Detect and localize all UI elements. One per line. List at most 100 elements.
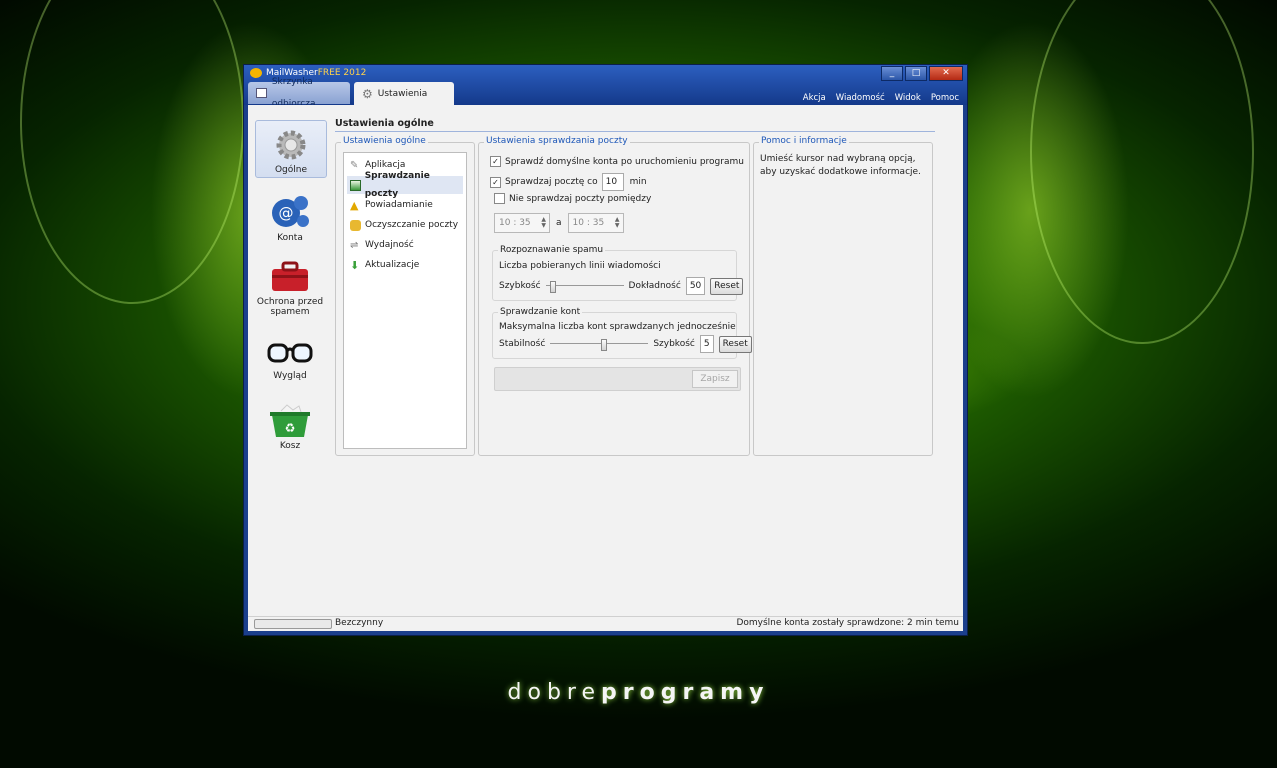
settings-panel: Ogólne @ Konta Ochrona przed spamem Wygl… <box>248 105 963 631</box>
subgroup-label: Sprawdzanie kont <box>498 307 583 317</box>
last-check-status: Domyślne konta zostały sprawdzone: 2 min… <box>736 618 959 628</box>
glasses-icon <box>267 343 313 363</box>
svg-text:@: @ <box>279 204 294 222</box>
download-arrow-icon: ⬇ <box>350 258 360 272</box>
menu-widok[interactable]: Widok <box>895 93 921 103</box>
sidebar-item-appearance[interactable]: Wygląd <box>255 331 325 387</box>
check-interval-input[interactable]: 10 <box>601 173 624 191</box>
brand-part1: dobre <box>507 680 602 705</box>
sidebar-item-label: Wygląd <box>273 371 307 381</box>
no-check-between-checkbox[interactable] <box>494 193 505 204</box>
accounts-max-value: 5 <box>699 335 714 353</box>
no-check-between-row: Nie sprawdzaj poczty pomiędzy <box>494 193 651 204</box>
close-button[interactable]: ✕ <box>929 66 963 81</box>
help-text: Umieść kursor nad wybraną opcją, aby uzy… <box>760 154 921 177</box>
recycle-bin-icon: ♻ <box>270 404 310 437</box>
menu-pomoc[interactable]: Pomoc <box>931 93 959 103</box>
slider-track <box>545 285 624 286</box>
no-check-between-label: Nie sprawdzaj poczty pomiędzy <box>509 193 652 204</box>
title-bar: MailWasherFREE 2012 _ □ ✕ Skrzynka odbio… <box>244 65 967 109</box>
save-bar: Zapisz <box>494 367 741 391</box>
accounts-reset-button[interactable]: Reset <box>718 335 752 353</box>
check-on-start-row: ✓ Sprawdź domyślne konta po uruchomieniu… <box>490 156 744 167</box>
progress-bar <box>254 619 332 629</box>
at-sign-icon: @ <box>272 196 309 227</box>
brand-logo: dobreprogramy <box>0 680 1277 705</box>
speed-icon: ⇌ <box>350 239 359 251</box>
gear-icon: ⚙ <box>362 86 373 101</box>
menu-bar: Akcja Wiadomość Widok Pomoc <box>803 93 959 103</box>
time-range-row: 10 : 35 ▲ ▼ a 10 : 35 ▲ ▼ <box>494 213 624 233</box>
accounts-description: Maksymalna liczba kont sprawdzanych jedn… <box>499 322 736 332</box>
subgroup-label: Rozpoznawanie spamu <box>498 245 606 255</box>
minimize-button[interactable]: _ <box>881 66 903 81</box>
accounts-slider[interactable] <box>550 339 649 351</box>
brand-part2: programy <box>601 680 770 705</box>
warning-icon: ▲ <box>350 198 359 212</box>
check-every-checkbox[interactable]: ✓ <box>490 176 501 188</box>
spam-reset-button[interactable]: Reset <box>710 277 744 295</box>
envelope-icon <box>256 88 267 98</box>
spam-lines-description: Liczba pobieranych linii wiadomości <box>499 261 661 271</box>
slider-thumb[interactable] <box>549 281 556 293</box>
toolbox-icon <box>272 261 308 291</box>
gear-icon <box>276 130 306 160</box>
wrench-icon: ✎ <box>350 159 359 171</box>
menu-wiadomosc[interactable]: Wiadomość <box>836 93 885 103</box>
settings-sidebar: Ogólne @ Konta Ochrona przed spamem Wygl… <box>248 105 332 617</box>
list-item-notifications[interactable]: ▲ Powiadamianie <box>347 196 463 214</box>
divider <box>335 131 935 132</box>
check-every-label: Sprawdzaj pocztę co <box>505 177 598 187</box>
sidebar-item-label: Ogólne <box>274 165 308 175</box>
time-from-value: 10 : 35 <box>499 218 531 228</box>
sidebar-item-label: Konta <box>277 233 303 243</box>
sidebar-item-spam-protection[interactable]: Ochrona przed spamem <box>255 253 325 319</box>
accounts-slider-row: Stabilność Szybkość 5 Reset <box>499 335 752 353</box>
sidebar-item-label: Ochrona przed spamem <box>256 297 324 317</box>
mailwasher-logo-icon <box>250 68 262 78</box>
slider-thumb[interactable] <box>601 339 608 351</box>
status-text: Bezczynny <box>335 618 384 628</box>
cleaner-icon <box>350 219 361 231</box>
app-window: MailWasherFREE 2012 _ □ ✕ Skrzynka odbio… <box>243 64 968 636</box>
spinner-arrows-icon: ▲ ▼ <box>541 216 546 229</box>
list-item-label: Wydajność <box>365 240 414 250</box>
inbox-icon <box>350 179 361 191</box>
list-item-label: Aktualizacje <box>365 260 420 270</box>
svg-text:♻: ♻ <box>285 421 296 435</box>
sidebar-item-accounts[interactable]: @ Konta <box>255 187 325 243</box>
time-to-spinner[interactable]: 10 : 35 ▲ ▼ <box>567 213 624 233</box>
check-on-start-label: Sprawdź domyślne konta po uruchomieniu p… <box>505 156 744 167</box>
tab-settings-label: Ustawienia <box>377 88 428 99</box>
list-item-label: Powiadamianie <box>365 200 433 210</box>
maximize-button[interactable]: □ <box>905 66 927 81</box>
sidebar-item-trash[interactable]: ♻ Kosz <box>255 397 325 453</box>
group-label: Pomoc i informacje <box>759 136 849 146</box>
time-from-spinner[interactable]: 10 : 35 ▲ ▼ <box>494 213 550 233</box>
slider-left-label: Szybkość <box>499 281 541 291</box>
settings-category-list: ✎ Aplikacja Sprawdzanie poczty ▲ Powiada… <box>343 152 467 449</box>
group-label: Ustawienia ogólne <box>341 136 428 146</box>
spinner-arrows-icon: ▲ ▼ <box>614 216 620 229</box>
time-to-value: 10 : 35 <box>572 218 605 228</box>
sidebar-item-general[interactable]: Ogólne <box>255 120 327 178</box>
spam-lines-label: Liczba pobieranych linii wiadomości <box>499 261 661 271</box>
help-group: Pomoc i informacje Umieść kursor nad wyb… <box>753 136 933 456</box>
list-item-performance[interactable]: ⇌ Wydajność <box>347 236 463 254</box>
check-on-start-checkbox[interactable]: ✓ <box>490 156 501 167</box>
group-label: Ustawienia sprawdzania poczty <box>484 136 630 146</box>
status-bar: Bezczynny Domyślne konta zostały sprawdz… <box>248 616 963 631</box>
tab-inbox[interactable]: Skrzynka odbiorcza <box>248 77 350 109</box>
tab-settings[interactable]: ⚙ Ustawienia <box>354 82 454 105</box>
spam-lines-slider[interactable] <box>545 281 624 293</box>
accounts-max-label: Maksymalna liczba kont sprawdzanych jedn… <box>499 322 736 332</box>
sidebar-item-label: Kosz <box>279 441 301 451</box>
list-item-mail-check[interactable]: Sprawdzanie poczty <box>347 171 463 199</box>
list-item-updates[interactable]: ⬇ Aktualizacje <box>347 256 463 274</box>
save-button[interactable]: Zapisz <box>692 370 738 388</box>
time-separator: a <box>556 218 562 228</box>
slider-right-label: Szybkość <box>653 339 695 349</box>
menu-akcja[interactable]: Akcja <box>803 93 826 103</box>
list-item-mail-cleanup[interactable]: Oczyszczanie poczty <box>347 216 463 234</box>
check-every-row: ✓ Sprawdzaj pocztę co 10 min <box>490 173 647 191</box>
